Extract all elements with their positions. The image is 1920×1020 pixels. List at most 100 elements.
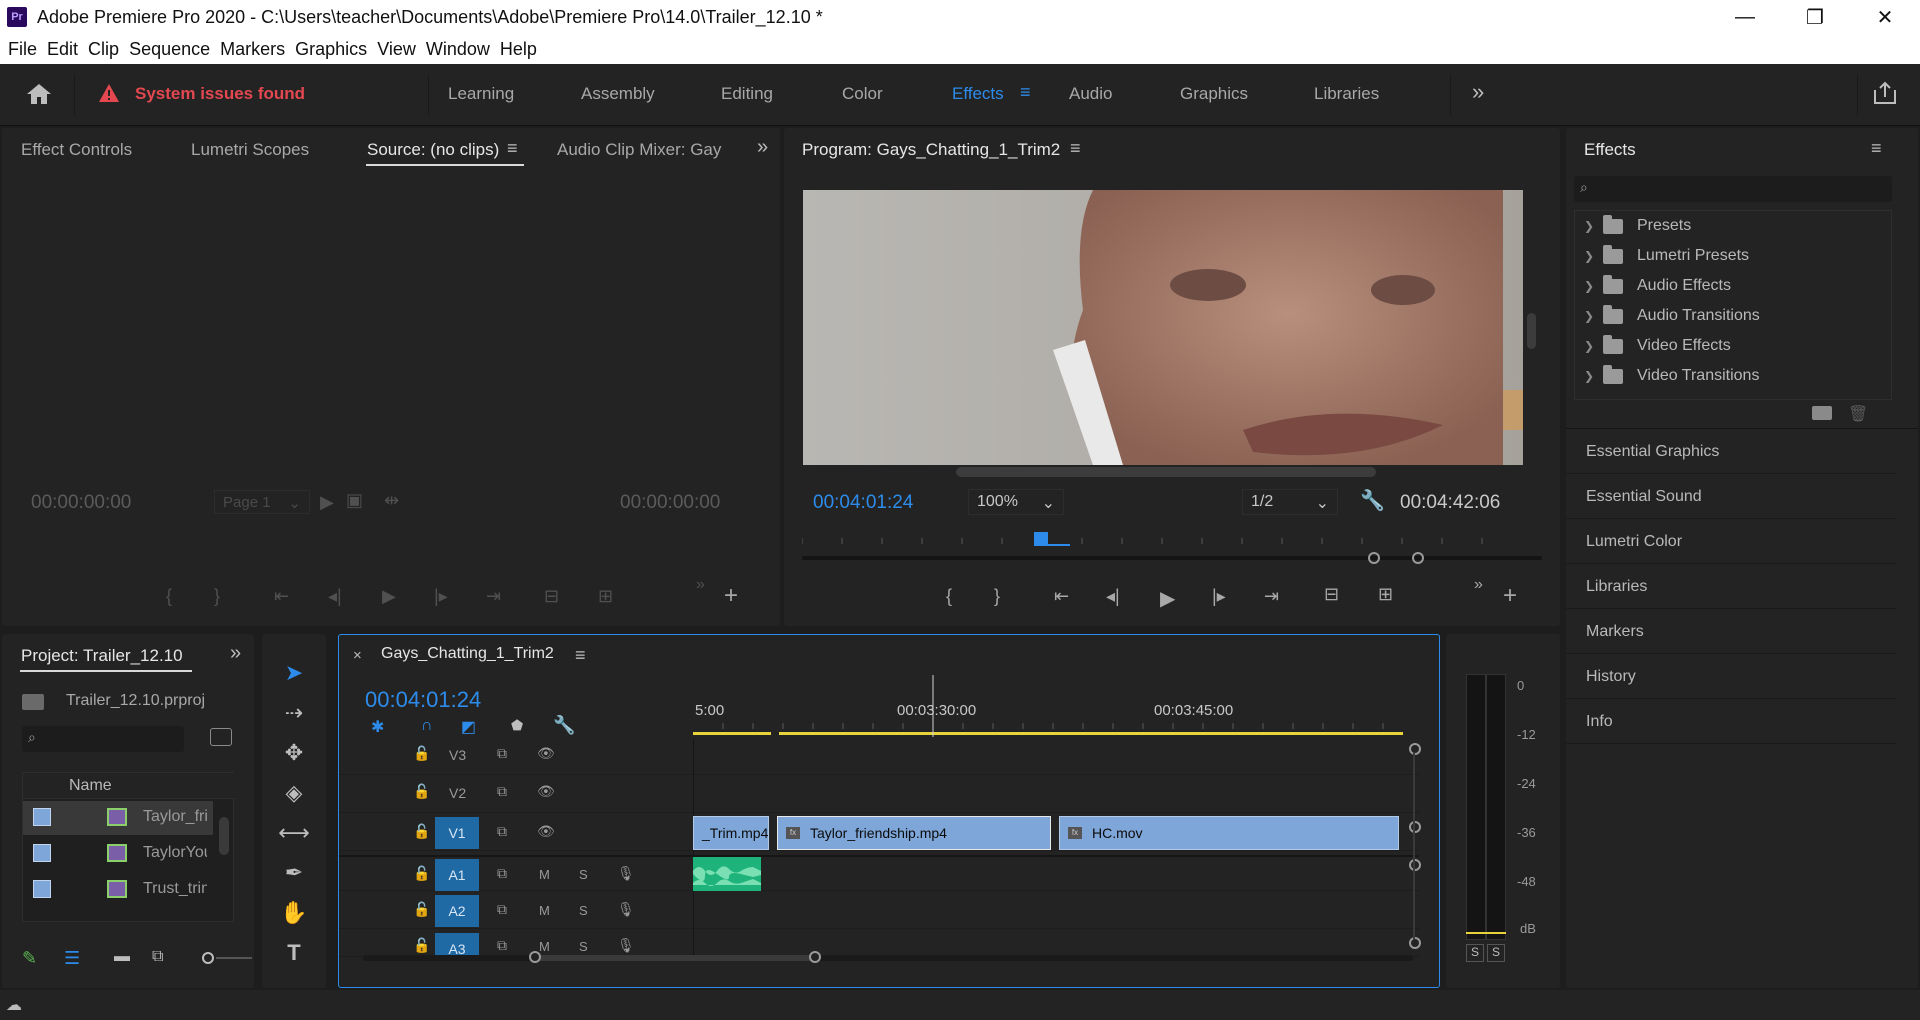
tab-libraries[interactable]: Libraries <box>1314 84 1379 104</box>
tab-assembly[interactable]: Assembly <box>581 84 655 104</box>
tab-effect-controls[interactable]: Effect Controls <box>21 140 132 160</box>
panel-menu-icon[interactable]: ≡ <box>507 138 518 159</box>
menu-window[interactable]: Window <box>426 39 490 60</box>
project-search-input[interactable]: ⌕ <box>22 726 184 752</box>
system-issues-alert[interactable]: System issues found <box>135 84 305 104</box>
go-to-out-icon[interactable]: ⇥ <box>486 586 501 607</box>
program-step-forward-icon[interactable]: |▸ <box>1212 586 1226 607</box>
menu-markers[interactable]: Markers <box>220 39 285 60</box>
solo-right-button[interactable]: S <box>1487 944 1505 962</box>
panel-libraries[interactable]: Libraries <box>1566 565 1896 609</box>
sequence-menu-icon[interactable]: ≡ <box>575 645 586 666</box>
timeline-ruler[interactable] <box>693 675 1413 737</box>
zoom-slider-track[interactable] <box>216 957 252 959</box>
tree-item-video-transitions[interactable]: ❯ Video Transitions <box>1575 361 1895 391</box>
list-view-icon[interactable]: ☰ <box>64 948 80 969</box>
tab-source[interactable]: Source: (no clips) <box>367 140 499 160</box>
panel-history[interactable]: History <box>1566 655 1896 699</box>
new-bin-icon[interactable] <box>1812 406 1832 420</box>
trash-icon[interactable]: 🗑 <box>1848 404 1868 424</box>
mute-button[interactable]: M <box>539 939 550 954</box>
scroll-zoom-handle-right[interactable] <box>809 951 821 963</box>
selection-tool-icon[interactable]: ➤ <box>276 660 312 694</box>
timeline-settings-icon[interactable]: 🔧 <box>553 715 575 736</box>
sync-lock-icon[interactable]: ⧉ <box>497 783 507 800</box>
sync-lock-icon[interactable]: ⧉ <box>497 745 507 762</box>
linked-selection-icon[interactable]: ◩ <box>461 717 476 737</box>
step-back-icon[interactable]: ◂| <box>328 586 342 607</box>
track-target-a3[interactable]: A3 <box>435 933 479 956</box>
timeline-timecode[interactable]: 00:04:01:24 <box>365 687 481 713</box>
tab-learning[interactable]: Learning <box>448 84 514 104</box>
timeline-scrollbar-track[interactable] <box>363 955 1413 961</box>
track-height-handle[interactable] <box>1409 937 1421 949</box>
find-icon[interactable] <box>210 728 232 746</box>
home-icon[interactable] <box>26 82 52 106</box>
timeline-scrollbar-thumb[interactable] <box>535 955 815 961</box>
clip-trim[interactable]: _Trim.mp4 <box>693 816 769 850</box>
play-icon[interactable]: ▶ <box>320 492 334 513</box>
lock-icon[interactable]: 🔓 <box>413 865 430 882</box>
close-button[interactable]: ✕ <box>1850 0 1920 34</box>
effects-menu-icon[interactable]: ≡ <box>1871 138 1882 159</box>
tab-color[interactable]: Color <box>842 84 883 104</box>
creative-cloud-icon[interactable]: ☁ <box>6 995 22 1015</box>
solo-left-button[interactable]: S <box>1466 944 1484 962</box>
sync-lock-icon[interactable]: ⧉ <box>497 901 507 918</box>
program-menu-icon[interactable]: ≡ <box>1070 138 1081 159</box>
more-buttons-icon[interactable]: » <box>696 576 705 594</box>
clip-taylor-friendship[interactable]: fx Taylor_friendship.mp4 <box>777 816 1051 850</box>
panel-lumetri-color[interactable]: Lumetri Color <box>1566 520 1896 564</box>
restore-button[interactable]: ❐ <box>1780 0 1850 34</box>
tree-item-lumetri-presets[interactable]: ❯ Lumetri Presets <box>1575 241 1895 271</box>
program-mark-out-icon[interactable]: } <box>994 586 1000 607</box>
program-go-to-in-icon[interactable]: ⇤ <box>1054 586 1069 607</box>
eye-icon[interactable]: 👁 <box>537 823 555 840</box>
lock-icon[interactable]: 🔓 <box>413 745 430 762</box>
microphone-icon[interactable]: 🎙 <box>617 901 635 918</box>
solo-button[interactable]: S <box>579 939 588 954</box>
add-button-icon[interactable]: + <box>724 582 738 610</box>
snap-icon[interactable]: ∩ <box>421 717 433 735</box>
track-target-a2[interactable]: A2 <box>435 895 479 927</box>
menu-view[interactable]: View <box>377 39 416 60</box>
menu-clip[interactable]: Clip <box>88 39 119 60</box>
extract-icon[interactable]: ⊞ <box>1378 584 1393 605</box>
overwrite-icon[interactable]: ⊞ <box>598 586 613 607</box>
microphone-icon[interactable]: 🎙 <box>617 865 635 882</box>
add-marker-icon[interactable]: ⬟ <box>511 717 523 734</box>
scroll-zoom-handle-left[interactable] <box>529 951 541 963</box>
track-select-tool-icon[interactable]: ⇢ <box>276 700 312 734</box>
menu-edit[interactable]: Edit <box>47 39 78 60</box>
source-play-icon[interactable]: ▶ <box>382 586 396 607</box>
tree-item-audio-transitions[interactable]: ❯ Audio Transitions <box>1575 301 1895 331</box>
panel-essential-sound[interactable]: Essential Sound <box>1566 475 1896 519</box>
tab-lumetri-scopes[interactable]: Lumetri Scopes <box>191 140 309 160</box>
zoom-slider-handle[interactable] <box>202 952 214 964</box>
list-item[interactable]: TaylorYou <box>23 837 213 871</box>
sequence-tab[interactable]: Gays_Chatting_1_Trim2 <box>381 645 554 663</box>
eye-icon[interactable]: 👁 <box>537 783 555 800</box>
program-add-button-icon[interactable]: + <box>1503 582 1517 610</box>
solo-button[interactable]: S <box>579 903 588 918</box>
razor-tool-icon[interactable]: ◈ <box>276 780 312 814</box>
lift-icon[interactable]: ⊟ <box>1324 584 1339 605</box>
page-select[interactable]: Page 1 ⌄ <box>214 490 310 514</box>
program-play-icon[interactable]: ▶ <box>1160 586 1175 611</box>
freeform-view-icon[interactable]: ⧉ <box>152 948 163 966</box>
source-timecode-in[interactable]: 00:00:00:00 <box>31 492 131 514</box>
list-item[interactable]: Taylor_fri <box>23 801 213 835</box>
program-go-to-out-icon[interactable]: ⇥ <box>1264 586 1279 607</box>
tab-audio[interactable]: Audio <box>1069 84 1112 104</box>
lock-icon[interactable]: 🔓 <box>413 823 430 840</box>
slip-tool-icon[interactable]: ⟷ <box>276 820 312 854</box>
panel-markers[interactable]: Markers <box>1566 610 1896 654</box>
program-mark-in-icon[interactable]: { <box>946 586 952 607</box>
ripple-edit-tool-icon[interactable]: ✥ <box>276 740 312 774</box>
column-name-header[interactable]: Name <box>69 777 112 795</box>
insert-icon[interactable]: ⊟ <box>544 586 559 607</box>
project-more-icon[interactable]: » <box>230 642 241 665</box>
lock-icon[interactable]: 🔓 <box>413 783 430 800</box>
export-frame-icon[interactable]: ▣ <box>346 490 363 511</box>
tree-item-video-effects[interactable]: ❯ Video Effects <box>1575 331 1895 361</box>
